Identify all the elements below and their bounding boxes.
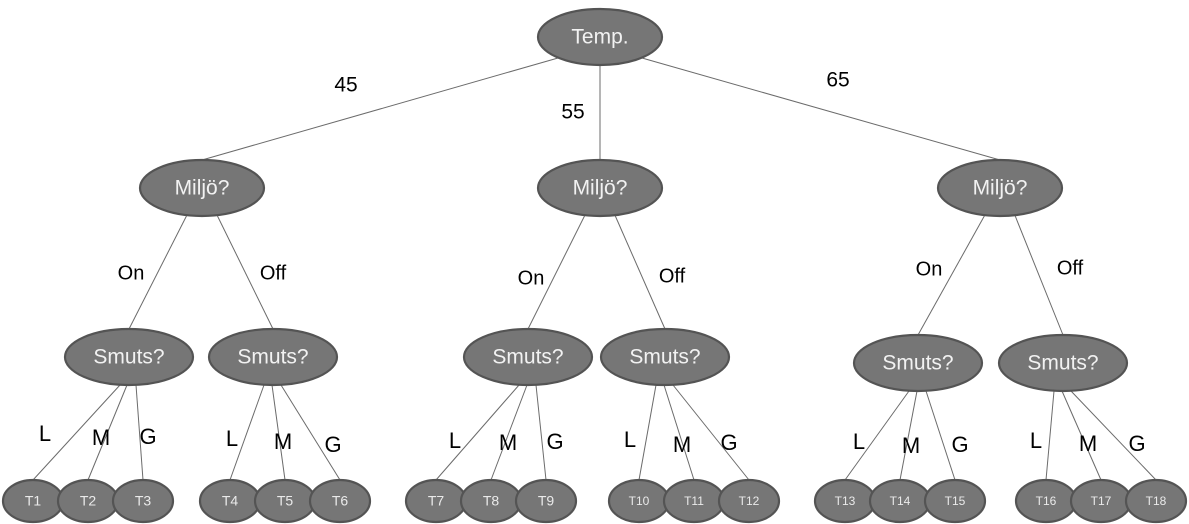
tree-node-smuts-4[interactable]: Smuts? xyxy=(599,327,731,387)
edge-label: M xyxy=(92,425,110,450)
tree-edge xyxy=(1045,390,1055,481)
tree-node-root[interactable]: Temp. xyxy=(536,7,664,67)
tree-node-smuts-1[interactable]: Smuts? xyxy=(63,327,195,387)
node-label: Miljö? xyxy=(973,177,1028,200)
node-label: T6 xyxy=(332,493,349,509)
tree-leaf-leaf-t10[interactable]: T10 xyxy=(607,478,671,524)
tree-canvas: Temp. Miljö? Miljö? Miljö? Smuts? Smuts? Smuts… xyxy=(1,7,1188,524)
tree-leaf-leaf-t13[interactable]: T13 xyxy=(813,478,877,524)
node-label: Smuts? xyxy=(492,346,563,369)
edge-label: G xyxy=(324,432,341,457)
edge-label: On xyxy=(518,267,545,289)
node-label: T14 xyxy=(890,494,911,508)
node-label: T8 xyxy=(483,493,500,509)
edge-label: G xyxy=(139,424,156,449)
node-label: T5 xyxy=(277,493,294,509)
nodes-group: Temp. Miljö? Miljö? Miljö? Smuts? Smuts? Smuts… xyxy=(1,7,1188,524)
tree-leaf-leaf-t8[interactable]: T8 xyxy=(459,478,523,524)
node-label: T16 xyxy=(1036,494,1057,508)
tree-node-miljo-1[interactable]: Miljö? xyxy=(138,158,266,218)
edge-label: M xyxy=(902,433,920,458)
tree-node-smuts-2[interactable]: Smuts? xyxy=(207,327,339,387)
edge-label: G xyxy=(1128,431,1145,456)
node-label: Smuts? xyxy=(629,346,700,369)
tree-edge xyxy=(613,212,666,330)
tree-leaf-leaf-t6[interactable]: T6 xyxy=(308,478,372,524)
node-label: T1 xyxy=(25,493,42,509)
edge-label: M xyxy=(499,430,517,455)
edge-label: L xyxy=(226,426,238,451)
tree-leaf-leaf-t3[interactable]: T3 xyxy=(111,478,175,524)
edge-label: M xyxy=(274,429,292,454)
tree-node-miljo-2[interactable]: Miljö? xyxy=(536,158,664,218)
edges-group xyxy=(32,57,1157,481)
edge-label: G xyxy=(951,432,968,457)
tree-leaf-leaf-t4[interactable]: T4 xyxy=(198,478,262,524)
edge-label: L xyxy=(449,428,461,453)
tree-edge xyxy=(641,57,1001,161)
edge-label: 55 xyxy=(561,101,584,124)
edge-label: On xyxy=(916,258,943,280)
edge-label: Off xyxy=(1057,257,1084,279)
tree-node-smuts-3[interactable]: Smuts? xyxy=(462,327,594,387)
node-label: Miljö? xyxy=(175,177,230,200)
node-label: Smuts? xyxy=(1027,352,1098,375)
tree-edge xyxy=(201,57,559,161)
tree-node-smuts-5[interactable]: Smuts? xyxy=(852,333,984,393)
node-label: T15 xyxy=(945,494,966,508)
edge-label: 45 xyxy=(334,74,357,97)
tree-leaf-leaf-t7[interactable]: T7 xyxy=(404,478,468,524)
node-label: T10 xyxy=(629,494,650,508)
edge-label: L xyxy=(853,429,865,454)
node-label: Smuts? xyxy=(882,352,953,375)
edge-label: G xyxy=(720,430,737,455)
tree-edge xyxy=(638,384,657,481)
node-label: T12 xyxy=(739,494,760,508)
tree-edge xyxy=(535,384,547,481)
tree-leaf-leaf-t2[interactable]: T2 xyxy=(56,478,120,524)
tree-node-smuts-6[interactable]: Smuts? xyxy=(997,333,1129,393)
node-label: T3 xyxy=(135,493,152,509)
decision-tree-diagram: Temp. Miljö? Miljö? Miljö? Smuts? Smuts? Smuts… xyxy=(0,0,1189,524)
tree-node-miljo-3[interactable]: Miljö? xyxy=(936,158,1064,218)
node-label: T4 xyxy=(222,493,239,509)
tree-leaf-leaf-t18[interactable]: T18 xyxy=(1124,478,1188,524)
tree-leaf-leaf-t9[interactable]: T9 xyxy=(514,478,578,524)
node-label: T13 xyxy=(835,494,856,508)
node-label: T7 xyxy=(428,493,445,509)
edge-label: Off xyxy=(260,262,287,284)
node-label: T18 xyxy=(1146,494,1167,508)
edge-label: M xyxy=(673,432,691,457)
tree-leaf-leaf-t11[interactable]: T11 xyxy=(662,478,726,524)
edge-label: 65 xyxy=(826,69,849,92)
edge-label: L xyxy=(1030,428,1042,453)
node-label: Miljö? xyxy=(573,177,628,200)
node-label: Temp. xyxy=(571,26,628,49)
edge-label: L xyxy=(624,427,636,452)
edge-labels-group: 45 55 65 On Off On Off On Off L M G L M G L M G L M G L M G L M G xyxy=(39,69,1146,458)
edge-label: G xyxy=(546,429,563,454)
node-label: T9 xyxy=(538,493,555,509)
tree-leaf-leaf-t1[interactable]: T1 xyxy=(1,478,65,524)
tree-leaf-leaf-t17[interactable]: T17 xyxy=(1069,478,1133,524)
node-label: T11 xyxy=(684,494,704,508)
tree-leaf-leaf-t12[interactable]: T12 xyxy=(717,478,781,524)
tree-leaf-leaf-t14[interactable]: T14 xyxy=(868,478,932,524)
tree-edge xyxy=(1013,212,1064,336)
edge-label: L xyxy=(39,421,51,446)
edge-label: Off xyxy=(659,265,686,287)
tree-leaf-leaf-t15[interactable]: T15 xyxy=(923,478,987,524)
node-label: Smuts? xyxy=(93,346,164,369)
edge-label: On xyxy=(118,262,145,284)
tree-leaf-leaf-t16[interactable]: T16 xyxy=(1014,478,1078,524)
node-label: Smuts? xyxy=(237,346,308,369)
tree-leaf-leaf-t5[interactable]: T5 xyxy=(253,478,317,524)
node-label: T17 xyxy=(1091,494,1112,508)
node-label: T2 xyxy=(80,493,97,509)
edge-label: M xyxy=(1079,431,1097,456)
